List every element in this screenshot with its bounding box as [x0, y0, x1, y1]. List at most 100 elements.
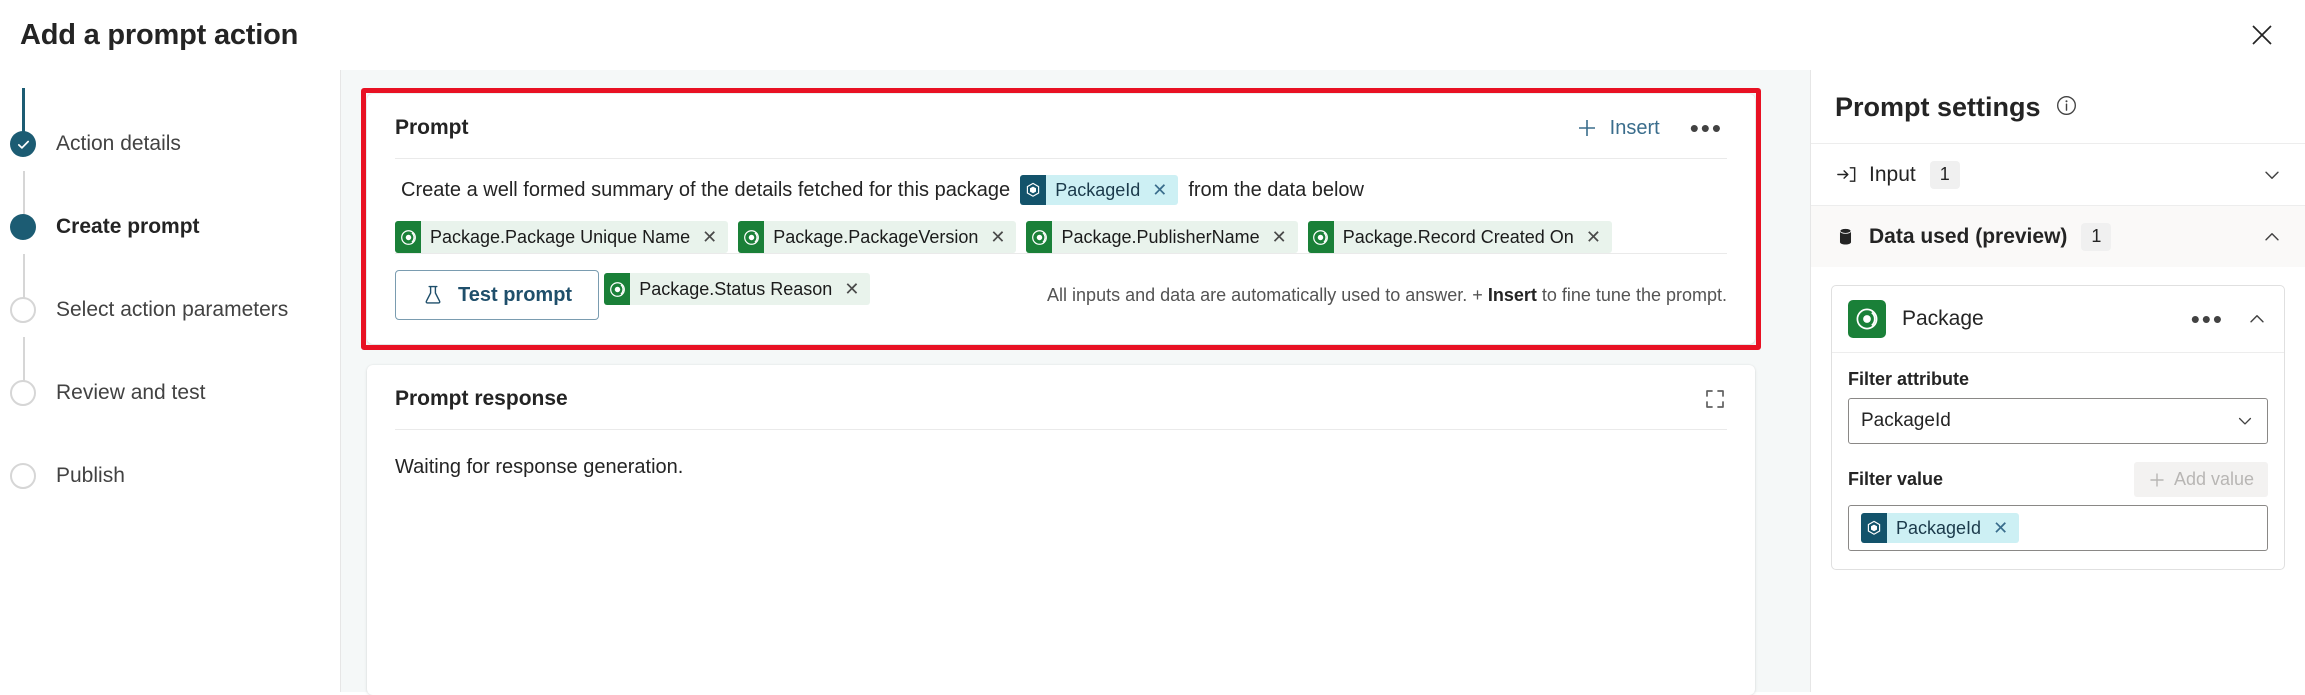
more-options-icon[interactable]: ••• [1686, 115, 1727, 141]
sidebar-item-review-and-test[interactable]: Review and test [0, 374, 340, 412]
sidebar-item-publish[interactable]: Publish [0, 457, 340, 495]
prompt-settings-title: Prompt settings [1835, 92, 2041, 122]
window-header: Add a prompt action [0, 0, 2305, 70]
filter-value-token-packageid[interactable]: PackageId ✕ [1861, 513, 2020, 543]
step-current-icon [10, 214, 36, 240]
sidebar-item-select-action-parameters[interactable]: Select action parameters [0, 291, 340, 329]
settings-section-count: 1 [2081, 222, 2112, 251]
dataverse-entity-icon [1848, 300, 1886, 338]
dataverse-token-icon [738, 221, 765, 253]
settings-section-label: Input [1869, 162, 1916, 186]
prompt-response-title: Prompt response [395, 387, 568, 410]
input-arrow-icon [1835, 163, 1867, 186]
settings-section-count: 1 [1929, 160, 1960, 189]
wizard-stepper: Action details Create prompt Select acti… [0, 70, 340, 692]
filter-value-label: Filter value [1848, 469, 1944, 489]
token-chip-package-unique-name[interactable]: Package.Package Unique Name ✕ [395, 221, 729, 253]
dataverse-token-icon [395, 221, 421, 253]
add-value-button[interactable]: Add value [2133, 462, 2268, 497]
token-chip-label: Package.Package Unique Name [430, 226, 691, 247]
filter-value-header: Filter value Add value [1848, 462, 2268, 497]
data-source-card-package: Package ••• Filter attribute PackageId F… [1831, 285, 2285, 570]
chevron-up-icon[interactable] [2246, 308, 2268, 330]
prompt-text-before: Create a well formed summary of the deta… [401, 179, 1011, 201]
prompt-text-line: Create a well formed summary of the deta… [395, 173, 1727, 207]
step-label: Select action parameters [56, 298, 289, 321]
prompt-settings-header: Prompt settings [1811, 70, 2305, 143]
prompt-card: Prompt Insert ••• Create a well formed s… [367, 94, 1755, 344]
settings-section-label: Data used (preview) [1869, 224, 2068, 248]
filter-value-field[interactable]: PackageId ✕ [1848, 505, 2268, 551]
prompt-card-title: Prompt [395, 116, 469, 139]
test-prompt-button[interactable]: Test prompt [395, 270, 600, 320]
page-title: Add a prompt action [20, 18, 299, 51]
data-source-card-actions: ••• [2187, 306, 2268, 332]
prompt-response-card: Prompt response Waiting for response gen… [367, 365, 1755, 695]
close-icon[interactable] [2241, 14, 2283, 56]
step-label: Publish [56, 464, 125, 487]
token-remove-icon[interactable]: ✕ [1991, 518, 2019, 539]
filter-attribute-label: Filter attribute [1848, 369, 1970, 389]
token-chip-record-created-on[interactable]: Package.Record Created On ✕ [1307, 221, 1612, 253]
token-chip-package-version[interactable]: Package.PackageVersion ✕ [738, 221, 1017, 253]
step-check-icon [10, 131, 36, 157]
step-pending-icon [10, 380, 36, 406]
token-chip-publisher-name[interactable]: Package.PublisherName ✕ [1026, 221, 1298, 253]
prompt-response-header: Prompt response [367, 365, 1755, 411]
token-remove-icon[interactable]: ✕ [1270, 227, 1298, 248]
data-source-card-header: Package ••• [1832, 286, 2284, 352]
prompt-footer-hint: All inputs and data are automatically us… [1047, 285, 1727, 306]
test-prompt-label: Test prompt [458, 283, 573, 306]
package-token-icon [1861, 513, 1887, 543]
hint-part-2: to fine tune the prompt. [1541, 284, 1727, 305]
token-remove-icon[interactable]: ✕ [1150, 175, 1178, 205]
token-chip-label: Package.PublisherName [1061, 226, 1260, 247]
sidebar-item-action-details[interactable]: Action details [0, 125, 340, 163]
prompt-card-header: Prompt Insert ••• [367, 94, 1755, 141]
step-label: Review and test [56, 381, 206, 404]
token-remove-icon[interactable]: ✕ [1584, 227, 1612, 248]
insert-button-label: Insert [1609, 116, 1660, 139]
hint-insert-word: Insert [1487, 284, 1537, 305]
more-options-icon[interactable]: ••• [2187, 306, 2228, 332]
chevron-up-icon[interactable] [2261, 226, 2283, 248]
info-icon[interactable] [2055, 94, 2078, 122]
filter-attribute-value: PackageId [1861, 410, 1951, 431]
dataverse-token-icon [1026, 221, 1053, 253]
step-pending-icon [10, 297, 36, 323]
sidebar-item-create-prompt[interactable]: Create prompt [0, 208, 340, 246]
token-chip-packageid[interactable]: PackageId ✕ [1020, 175, 1179, 205]
step-pending-icon [10, 463, 36, 489]
filter-attribute-select[interactable]: PackageId [1848, 398, 2268, 444]
chevron-down-icon[interactable] [2261, 164, 2283, 186]
database-icon [1835, 226, 1867, 247]
token-remove-icon[interactable]: ✕ [988, 227, 1016, 248]
data-source-name: Package [1902, 307, 1984, 330]
token-remove-icon[interactable]: ✕ [700, 227, 728, 248]
token-chip-label: PackageId [1896, 517, 1982, 538]
step-label: Action details [56, 132, 181, 155]
token-chip-label: Package.Record Created On [1342, 226, 1574, 247]
prompt-footer-divider [395, 253, 1727, 254]
flask-icon [425, 285, 441, 304]
main-canvas: Prompt Insert ••• Create a well formed s… [340, 70, 1810, 695]
data-source-card-body: Filter attribute PackageId Filter value … [1832, 352, 2284, 569]
plus-icon [2150, 472, 2164, 487]
chevron-down-icon [2235, 411, 2255, 431]
prompt-card-actions: Insert ••• [1576, 115, 1727, 141]
plus-icon [1578, 120, 1595, 136]
settings-section-input[interactable]: Input 1 [1811, 143, 2305, 205]
add-value-label: Add value [2173, 469, 2254, 489]
settings-section-data-used[interactable]: Data used (preview) 1 [1811, 205, 2305, 267]
prompt-card-footer: Test prompt All inputs and data are auto… [367, 270, 1755, 344]
package-token-icon [1020, 175, 1047, 205]
expand-icon[interactable] [1703, 387, 1727, 411]
prompt-text-after: from the data below [1188, 179, 1364, 201]
token-chip-label: PackageId [1055, 180, 1141, 200]
step-label: Create prompt [56, 215, 200, 238]
hint-part-1: All inputs and data are automatically us… [1047, 284, 1483, 305]
prompt-response-body: Waiting for response generation. [395, 456, 684, 478]
insert-button[interactable]: Insert [1576, 117, 1660, 140]
prompt-settings-panel: Prompt settings Input 1 Data used (previ… [1810, 70, 2305, 692]
token-chip-label: Package.PackageVersion [773, 226, 979, 247]
